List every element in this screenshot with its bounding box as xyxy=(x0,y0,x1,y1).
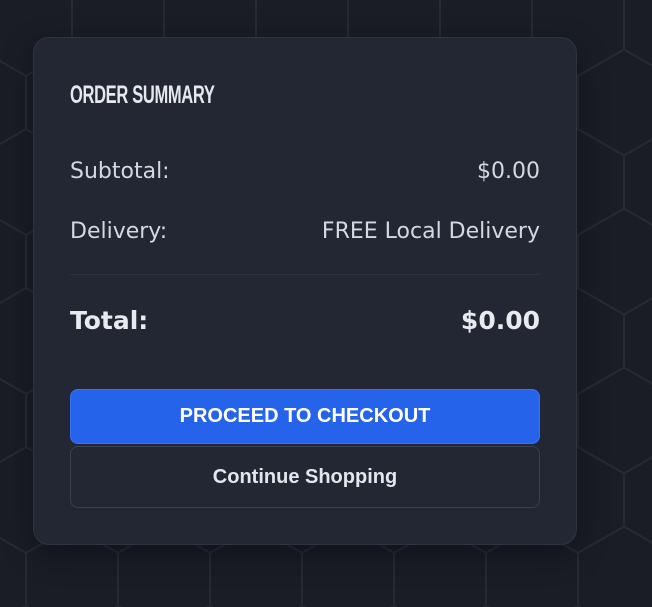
subtotal-value: $0.00 xyxy=(477,159,540,184)
delivery-label: Delivery: xyxy=(70,219,168,244)
summary-divider xyxy=(70,274,540,275)
delivery-row: Delivery: FREE Local Delivery xyxy=(70,219,540,245)
subtotal-row: Subtotal: $0.00 xyxy=(70,159,540,185)
order-summary-card: ORDER SUMMARY Subtotal: $0.00 Delivery: … xyxy=(33,37,577,545)
total-label: Total: xyxy=(70,306,149,335)
continue-shopping-button[interactable]: Continue Shopping xyxy=(70,446,540,508)
proceed-to-checkout-button[interactable]: PROCEED TO CHECKOUT xyxy=(70,389,540,444)
subtotal-label: Subtotal: xyxy=(70,159,170,184)
delivery-value: FREE Local Delivery xyxy=(321,219,540,244)
total-row: Total: $0.00 xyxy=(70,306,540,336)
total-value: $0.00 xyxy=(460,306,540,335)
order-summary-title: ORDER SUMMARY xyxy=(70,81,215,109)
